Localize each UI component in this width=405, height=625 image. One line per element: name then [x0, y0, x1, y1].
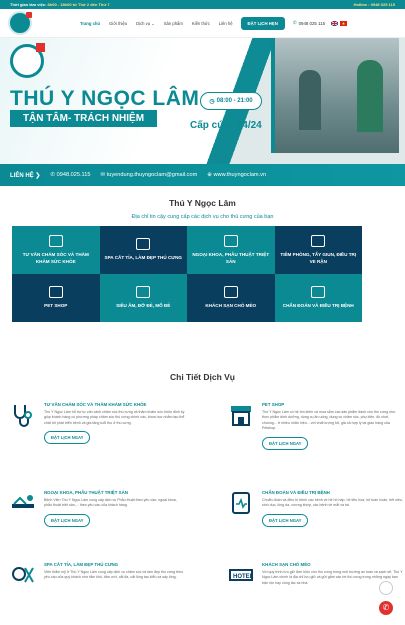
nav-phone[interactable]: ✆ 0948 025 115 [293, 20, 325, 26]
svg-text:HOTEL: HOTEL [233, 574, 254, 580]
grooming-icon [136, 238, 151, 251]
diagnosis-icon [311, 286, 326, 299]
nav-item-contact[interactable]: Liên hệ [219, 21, 233, 26]
phone-icon: ✆ [292, 20, 297, 25]
vn-flag-icon[interactable] [340, 20, 348, 26]
zalo-chat-button[interactable] [379, 581, 393, 595]
nav-item-services[interactable]: Dịch vụ ⌄ [136, 21, 155, 26]
detail-surgery: NGOẠI KHOA, PHẪU THUẬT TRIỆT SẢN Bệnh Việ… [10, 490, 185, 527]
diagnosis-icon [232, 492, 250, 514]
nav-item-about[interactable]: Giới thiệu [109, 21, 127, 26]
service-tile-checkup[interactable]: TƯ VẤN CHĂM SÓC VÀ THĂM KHÁM SỨC KHỎE [12, 226, 100, 274]
intro-section: Thú Y Ngọc Lâm Địa chỉ tin cậy cung cấp … [0, 198, 405, 220]
working-hours: Thời gian làm việc: 8h00 - 18h00 từ Thứ … [10, 2, 110, 7]
banner-title: THÚ Y NGỌC LÂM [10, 87, 200, 110]
stethoscope-icon [48, 235, 63, 248]
ultrasound-icon [136, 286, 151, 299]
service-tile-petshop[interactable]: PET SHOP [12, 274, 100, 322]
nav-item-knowledge[interactable]: Kiến thức [192, 21, 210, 26]
uk-flag-icon[interactable] [331, 20, 339, 26]
book-appointment-button[interactable]: ĐẶT LỊCH HẸN [240, 16, 285, 30]
contact-label: LIÊN HỆ ❯ [10, 172, 41, 179]
service-tile-spa[interactable]: SPA CẮT TỈA, LÀM ĐẸP THÚ CƯNG [99, 226, 187, 274]
nav-menu: Trang chủ Giới thiệu Dịch vụ ⌄ Sản phẩm … [80, 21, 233, 26]
surgery-icon [12, 495, 34, 508]
shop-icon [48, 286, 63, 299]
book-now-button[interactable]: ĐẶT LỊCH NGAY [44, 431, 91, 445]
hotel-icon [223, 286, 238, 299]
banner-email[interactable]: ✉ tuyendung.thuyngoclam@gmail.com [100, 172, 197, 178]
top-info-bar: Thời gian làm việc: 8h00 - 18h00 từ Thứ … [0, 0, 405, 9]
service-tile-vaccination[interactable]: TIÊM PHÒNG, TẨY GIUN, ĐIỀU TRỊ VE RẬN [274, 226, 362, 274]
service-tile-diagnosis[interactable]: CHẨN ĐOÁN VÀ ĐIỀU TRỊ BỆNH [274, 274, 362, 322]
call-now-button[interactable]: ✆ [379, 601, 393, 615]
details-title: Chi Tiết Dịch Vụ [169, 372, 236, 382]
service-tile-ultrasound[interactable]: SIÊU ÂM, ĐỠ ĐẺ, MỔ ĐẺ [99, 274, 187, 322]
shop-icon [231, 406, 251, 426]
banner-phone[interactable]: ✆ 0948.025.115 [50, 172, 90, 178]
intro-tagline: Địa chỉ tin cậy cung cấp các dịch vụ cho… [131, 214, 274, 220]
hotline-text: Hotline : 0948 025 115 [353, 2, 395, 7]
phone-icon: ✆ [382, 603, 390, 612]
nav-item-products[interactable]: Sản phẩm [164, 21, 183, 26]
emergency-text: Cấp cứu: 24/24 [190, 120, 262, 131]
service-tile-hotel[interactable]: KHÁCH SẠN CHÓ MÈO [187, 274, 275, 322]
service-tile-surgery[interactable]: NGOẠI KHOA, PHẪU THUẬT TRIỆT SẢN [187, 226, 275, 274]
hotel-icon: HOTEL [229, 569, 254, 581]
detail-checkup: TƯ VẤN CHĂM SÓC VÀ THĂM KHÁM SỨC KHỎE Thú… [10, 402, 185, 445]
book-now-button[interactable]: ĐẶT LỊCH NGAY [262, 513, 309, 527]
opening-hours-badge: ◷ 08:00 - 21:00 [200, 92, 262, 110]
main-navigation: Trang chủ Giới thiệu Dịch vụ ⌄ Sản phẩm … [0, 9, 405, 38]
clinic-logo[interactable] [8, 11, 32, 35]
service-grid: TƯ VẤN CHĂM SÓC VÀ THĂM KHÁM SỨC KHỎE SP… [12, 226, 362, 322]
intro-title: Thú Y Ngọc Lâm [169, 198, 236, 208]
detail-petshop: PET SHOP Thú Y Ngọc Lâm có hệ tìm kiếm và… [228, 402, 403, 450]
book-now-button[interactable]: ĐẶT LỊCH NGAY [262, 436, 309, 450]
nav-item-home[interactable]: Trang chủ [80, 21, 100, 26]
hero-banner: THÚ Y NGỌC LÂM TẬN TÂM- TRÁCH NHIỆM ◷ 08:… [0, 38, 405, 186]
grooming-icon [12, 567, 34, 583]
contact-strip: LIÊN HỆ ❯ ✆ 0948.025.115 ✉ tuyendung.thu… [0, 164, 405, 186]
surgery-icon [223, 235, 238, 248]
banner-subtitle: TẬN TÂM- TRÁCH NHIỆM [10, 110, 157, 127]
vet-team-photo [271, 38, 399, 153]
banner-logo [10, 43, 45, 78]
detail-spa: SPA CẮT TỈA, LÀM ĐẸP THÚ CƯNG Viện thẩm m… [10, 562, 185, 583]
syringe-icon [311, 235, 326, 248]
banner-website[interactable]: ⊕ www.thuyngoclam.vn [207, 172, 266, 178]
clock-icon: ◷ [209, 98, 215, 105]
detail-hotel: HOTEL KHÁCH SẠN CHÓ MÈO Với quy trình lưu… [228, 562, 403, 586]
book-now-button[interactable]: ĐẶT LỊCH NGAY [44, 513, 91, 527]
language-switcher [331, 20, 348, 26]
detail-diagnosis: CHẨN ĐOÁN VÀ ĐIỀU TRỊ BỆNH Chuẩn đoán và … [228, 490, 403, 527]
stethoscope-icon [14, 405, 32, 427]
